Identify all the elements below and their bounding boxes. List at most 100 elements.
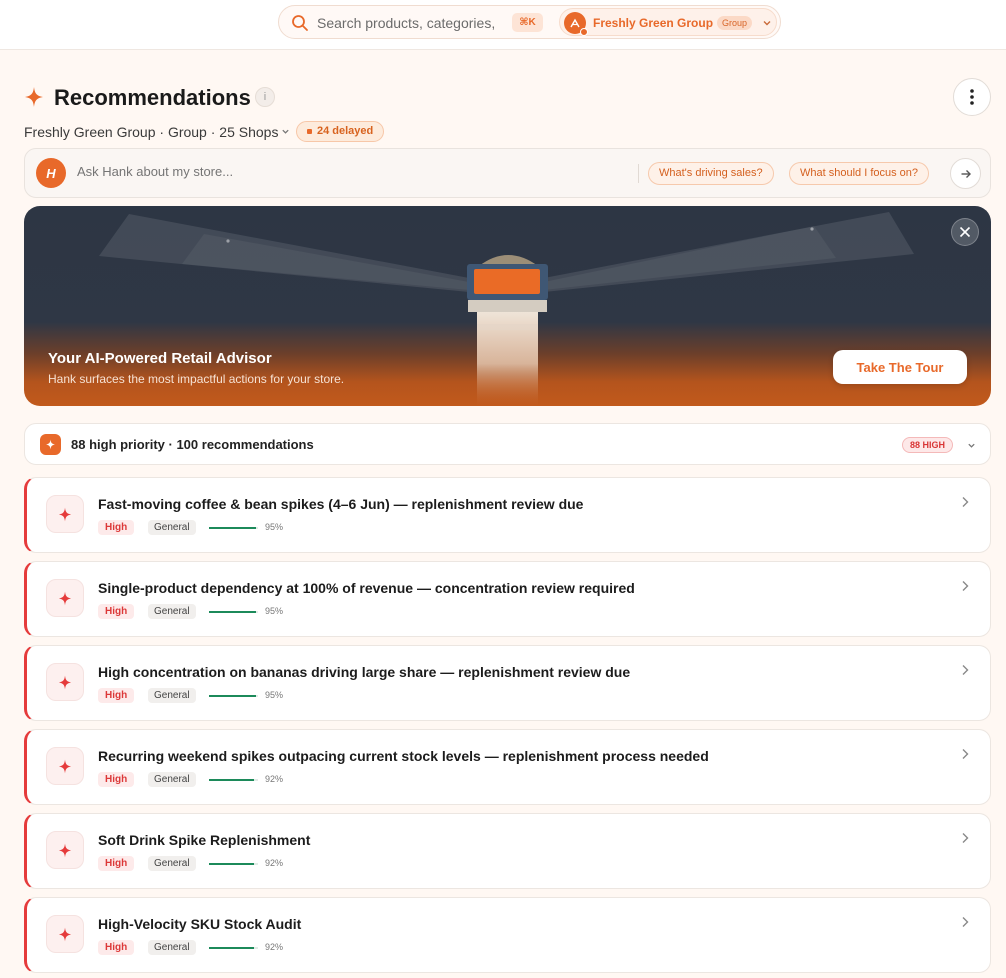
category-tag: General	[148, 520, 196, 535]
suggestion-chip-sales[interactable]: What's driving sales?	[648, 162, 774, 185]
delayed-label: 24 delayed	[317, 125, 374, 137]
confidence-bar-fill	[209, 779, 255, 781]
send-button[interactable]	[950, 158, 981, 189]
priority-tag: High	[98, 604, 135, 619]
recommendation-title: Recurring weekend spikes outpacing curre…	[98, 748, 709, 764]
org-type-tag: Group	[717, 16, 753, 30]
search-shortcut: ⌘K	[512, 13, 543, 32]
ask-hank-input[interactable]	[77, 164, 617, 179]
divider	[638, 164, 639, 183]
arrow-right-icon	[961, 169, 971, 178]
hank-avatar: H	[36, 158, 66, 188]
recommendation-icon	[46, 831, 84, 869]
confidence-bar-fill	[209, 611, 256, 613]
recommendation-icon	[46, 663, 84, 701]
chevron-down-icon	[968, 443, 975, 448]
sparkle-icon	[58, 591, 72, 605]
search-input[interactable]: Search products, categories,	[317, 15, 495, 31]
recommendation-list: Fast-moving coffee & bean spikes (4–6 Ju…	[24, 477, 991, 978]
chevron-down-icon	[282, 129, 289, 134]
confidence-bar	[209, 947, 258, 949]
priority-tag: High	[98, 520, 135, 535]
org-name: Freshly Green Group	[593, 16, 714, 30]
sparkle-icon	[40, 434, 61, 455]
search-icon	[292, 15, 308, 31]
org-status-dot	[580, 28, 588, 36]
sparkle-icon	[58, 927, 72, 941]
search-bar[interactable]: Search products, categories, ⌘K Freshly …	[278, 5, 781, 39]
category-tag: General	[148, 772, 196, 787]
category-tag: General	[148, 688, 196, 703]
recommendation-title: Soft Drink Spike Replenishment	[98, 832, 311, 848]
confidence-value: 92%	[265, 942, 284, 952]
recommendation-title: High-Velocity SKU Stock Audit	[98, 916, 302, 932]
confidence-bar-fill	[209, 527, 256, 529]
chevron-down-icon	[763, 21, 771, 26]
priority-tag: High	[98, 688, 135, 703]
priority-tag: High	[98, 856, 135, 871]
close-button[interactable]	[951, 218, 979, 246]
confidence-bar	[209, 695, 258, 697]
summary-text: 88 high priority · 100 recommendations	[71, 437, 314, 452]
chevron-right-icon	[962, 749, 969, 759]
recommendation-card[interactable]: High-Velocity SKU Stock Audit High Gener…	[24, 897, 991, 973]
chevron-right-icon	[962, 497, 969, 507]
hero-banner: Your AI-Powered Retail Advisor Hank surf…	[24, 206, 991, 406]
take-tour-button[interactable]: Take The Tour	[833, 350, 967, 384]
org-switcher[interactable]: Freshly Green Group Group	[559, 8, 777, 36]
chevron-right-icon	[962, 833, 969, 843]
chevron-right-icon	[962, 917, 969, 927]
suggestion-chip-focus[interactable]: What should I focus on?	[789, 162, 930, 185]
recommendation-icon	[46, 579, 84, 617]
confidence-value: 92%	[265, 774, 284, 784]
recommendation-title: Single-product dependency at 100% of rev…	[98, 580, 635, 596]
sparkle-icon	[58, 759, 72, 773]
confidence-bar-fill	[209, 863, 255, 865]
recommendation-card[interactable]: Single-product dependency at 100% of rev…	[24, 561, 991, 637]
chevron-right-icon	[962, 665, 969, 675]
more-options-button[interactable]	[953, 78, 991, 116]
chevron-right-icon	[962, 581, 969, 591]
priority-tag: High	[98, 940, 135, 955]
sparkle-icon	[25, 87, 43, 107]
delayed-dot	[307, 129, 312, 134]
top-bar: Search products, categories, ⌘K Freshly …	[0, 0, 1006, 50]
recommendation-title: Fast-moving coffee & bean spikes (4–6 Ju…	[98, 496, 584, 512]
confidence-bar	[209, 863, 258, 865]
high-count-badge: 88 HIGH	[902, 437, 954, 453]
scope-selector[interactable]: Freshly Green Group · Group · 25 Shops	[24, 124, 278, 140]
confidence-bar-fill	[209, 695, 256, 697]
confidence-value: 95%	[265, 522, 284, 532]
recommendation-card[interactable]: Soft Drink Spike Replenishment High Gene…	[24, 813, 991, 889]
delayed-badge[interactable]: 24 delayed	[296, 121, 385, 142]
category-tag: General	[148, 856, 196, 871]
more-vertical-icon	[970, 89, 974, 105]
sparkle-icon	[58, 507, 72, 521]
confidence-bar	[209, 779, 258, 781]
priority-summary[interactable]: 88 high priority · 100 recommendations 8…	[24, 423, 991, 465]
recommendation-icon	[46, 915, 84, 953]
close-icon	[959, 226, 971, 238]
priority-tag: High	[98, 772, 135, 787]
category-tag: General	[148, 940, 196, 955]
recommendation-card[interactable]: Fast-moving coffee & bean spikes (4–6 Ju…	[24, 477, 991, 553]
hero-subtitle: Hank surfaces the most impactful actions…	[48, 372, 345, 386]
confidence-bar	[209, 527, 258, 529]
info-icon[interactable]: i	[255, 87, 275, 107]
confidence-bar	[209, 611, 258, 613]
recommendation-icon	[46, 747, 84, 785]
org-logo-icon	[570, 18, 580, 28]
category-tag: General	[148, 604, 196, 619]
confidence-bar-fill	[209, 947, 255, 949]
page-title: Recommendations	[54, 85, 251, 110]
recommendation-card[interactable]: High concentration on bananas driving la…	[24, 645, 991, 721]
sparkle-icon	[58, 843, 72, 857]
sparkle-icon	[58, 675, 72, 689]
ask-hank-bar: H What's driving sales? What should I fo…	[24, 148, 991, 198]
confidence-value: 92%	[265, 858, 284, 868]
confidence-value: 95%	[265, 690, 284, 700]
hero-title: Your AI-Powered Retail Advisor	[48, 350, 272, 367]
recommendation-card[interactable]: Recurring weekend spikes outpacing curre…	[24, 729, 991, 805]
confidence-value: 95%	[265, 606, 284, 616]
recommendation-title: High concentration on bananas driving la…	[98, 664, 631, 680]
